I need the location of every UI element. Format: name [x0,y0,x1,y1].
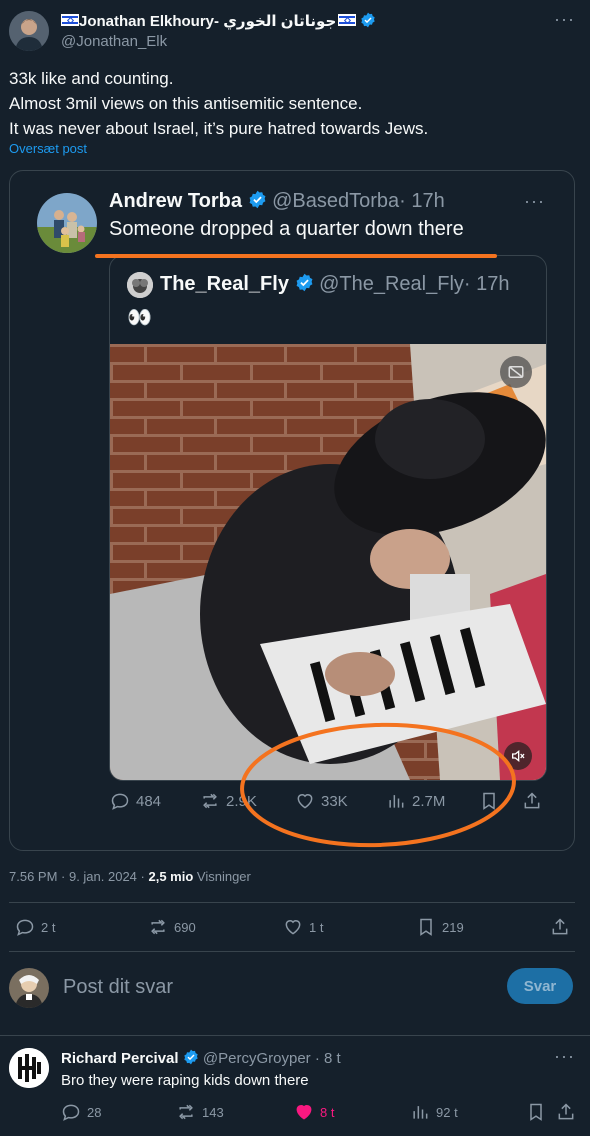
inner-author-name: The_Real_Fly [160,273,289,295]
post-timestamp[interactable]: 7.56 PM · 9. jan. 2024 · [9,869,145,884]
reply-icon [111,793,129,810]
fly-avatar-icon [127,272,153,298]
orange-underline [95,254,497,258]
bookmark-icon [420,918,432,936]
heart-filled-icon [296,1105,312,1120]
heart-icon [285,920,301,935]
reply-like-action[interactable]: 8 t [294,1102,334,1122]
quoted-handle: @BasedTorba [272,190,400,212]
reply-author-avatar[interactable] [9,1048,49,1088]
share-icon [552,918,568,935]
quoted-share-action[interactable] [522,791,542,811]
post-text-line: Almost 3mil views on this antisemitic se… [9,94,363,113]
portrait-avatar-icon [9,968,49,1008]
quoted-reply-action[interactable]: 484 [110,791,161,811]
reply-text: Bro they were raping kids down there [61,1072,309,1089]
verified-badge-icon [249,190,265,209]
views-total: 2,5 mio [148,869,194,884]
author-handle[interactable]: @Jonathan_Elk [61,33,167,50]
quoted-author-name: Andrew Torba [109,190,242,212]
like-action[interactable]: 1 t [283,917,323,937]
author-name-row[interactable]: Jonathan Elkhoury- جوناتان الخوري [61,12,376,30]
reply-views-action[interactable]: 92 t [410,1102,458,1122]
quoted-author-row[interactable]: Andrew Torba @BasedTorba· 17h [109,190,445,213]
reply-repost-action[interactable]: 143 [176,1102,224,1122]
views-chart-icon [413,1106,428,1119]
quoted-author-avatar[interactable] [37,193,97,253]
reply-bookmark-action[interactable] [526,1102,546,1122]
israel-flag-icon [338,14,357,26]
views-count: 92 t [436,1104,458,1120]
reply-more-icon[interactable]: ··· [554,1046,575,1067]
post-text-line: It was never about Israel, it’s pure hat… [9,119,429,138]
reply-time: · 8 t [314,1050,341,1067]
verified-badge-icon [361,12,376,28]
verified-badge-icon [184,1049,198,1065]
divider [9,951,575,952]
repost-count: 690 [174,919,196,935]
reply-count: 28 [87,1104,102,1120]
reply-count: 2 t [41,919,56,935]
author-avatar[interactable] [9,11,49,51]
share-icon [558,1103,574,1120]
author-photo-icon [9,11,49,51]
divider [9,902,575,903]
translate-link[interactable]: Oversæt post [9,141,87,156]
bookmark-icon [530,1103,542,1121]
like-count: 8 t [320,1104,335,1120]
post-text: 33k like and counting. Almost 3mil views… [9,66,579,141]
inner-author-row[interactable]: The_Real_Fly @The_Real_Fly· 17h [160,273,509,296]
orange-circle-annotation [240,722,516,848]
inner-author-avatar[interactable] [127,272,153,298]
reply-handle: @PercyGroyper [202,1050,311,1067]
quoted-more-icon[interactable]: ··· [524,191,545,212]
inner-time: · 17h [463,273,510,295]
inner-post-text: 👀 [127,307,152,329]
reply-icon [62,1104,80,1121]
repost-action[interactable]: 690 [148,917,196,937]
video-settings-icon[interactable] [500,356,532,388]
video-frame-image [110,344,546,780]
divider [0,1035,590,1036]
share-icon [524,792,540,809]
israel-flag-icon [61,14,79,26]
family-photo-icon [37,193,97,253]
like-count: 1 t [309,919,324,935]
reply-action[interactable]: 2 t [15,917,55,937]
reply-share-action[interactable] [556,1102,576,1122]
repost-count: 143 [202,1104,224,1120]
current-user-avatar[interactable] [9,968,49,1008]
reply-reply-action[interactable]: 28 [61,1102,101,1122]
inner-handle: @The_Real_Fly [319,273,464,295]
share-action[interactable] [550,917,570,937]
logo-avatar-icon [9,1048,49,1088]
repost-icon [151,919,165,935]
bookmark-action[interactable]: 219 [416,917,464,937]
bookmark-count: 219 [442,919,464,935]
reply-author-name: Richard Percival [61,1050,179,1067]
reply-author-row[interactable]: Richard Percival @PercyGroyper · 8 t [61,1049,341,1067]
reply-submit-button[interactable]: Svar [507,968,573,1004]
author-name: Jonathan Elkhoury- جوناتان الخوري [79,13,337,30]
post-meta: 7.56 PM · 9. jan. 2024 · 2,5 mio Visning… [9,869,251,884]
verified-badge-icon [296,273,312,292]
reply-icon [16,919,34,936]
quoted-post-text: Someone dropped a quarter down there [109,218,464,240]
repost-icon [179,1104,193,1120]
video-player[interactable] [110,344,546,780]
repost-icon [203,793,217,809]
reply-count: 484 [136,792,162,810]
quoted-time: · 17h [399,190,445,212]
reply-input[interactable]: Post dit svar [63,976,173,999]
views-label: Visninger [196,869,251,884]
post-text-line: 33k like and counting. [9,69,174,88]
more-options-icon[interactable]: ··· [554,9,575,30]
